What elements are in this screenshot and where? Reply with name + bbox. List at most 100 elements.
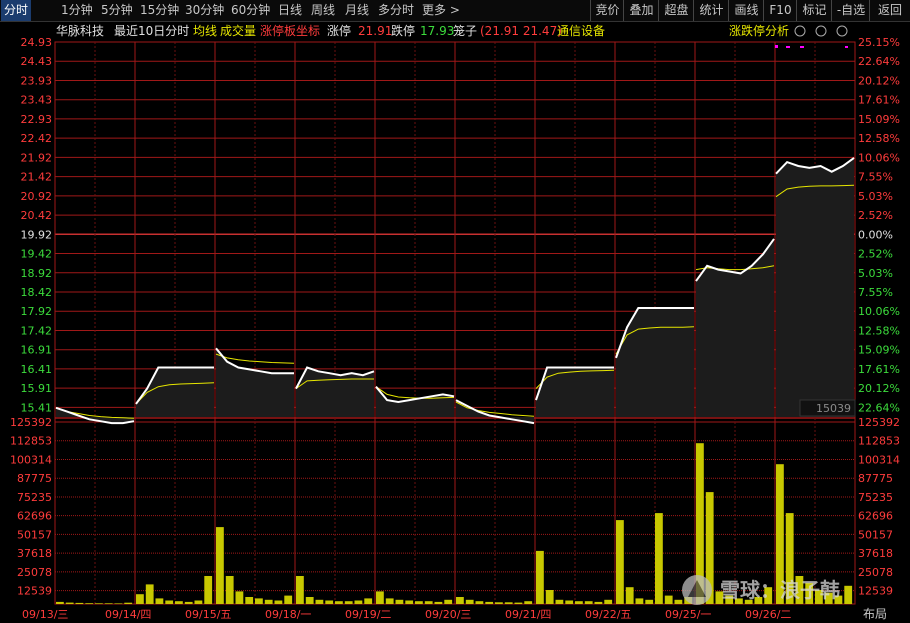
price-tick-label: 15.91 [21,382,53,395]
remove-watchlist-button[interactable]: -自选 [831,0,870,21]
pct-tick-label: 15.09% [858,344,900,357]
volume-tick-label: 100314 [10,453,52,466]
tab-30min[interactable]: 30分钟 [185,0,224,21]
watermark: 雪球：浪子韩 [682,575,840,605]
volume-bar [65,602,74,604]
price-tick-label: 20.42 [21,209,53,222]
volume-bar [225,576,234,604]
volume-bar [305,597,314,604]
avg-legend[interactable]: 均线 [193,24,217,38]
volume-bar [645,599,654,604]
price-tick-label: 21.42 [21,171,53,184]
volume-bar [495,602,503,604]
volume-bar [114,603,123,604]
volume-bar [165,600,174,604]
volume-bar [274,600,283,604]
volume-bar [844,585,853,604]
pct-tick-label: 2.52% [858,248,893,261]
x-tick-label: 09/20/三 [425,608,471,621]
volume-bar [405,600,414,604]
volume-legend[interactable]: 成交量 [220,23,256,38]
price-fill [776,157,854,417]
intraday-chart: 24.93 25.15% 24.43 22.64% 23.93 20.12% 23.43 17… [10,23,900,621]
window-controls[interactable] [794,25,848,37]
pct-tick-label: 20.12% [858,382,900,395]
volume-bar [175,601,183,604]
volume-tick-label: 25078 [858,566,893,579]
limit-marker [786,46,790,48]
volume-bar [635,598,644,604]
tab-daily[interactable]: 日线 [278,0,302,21]
layout-button[interactable]: 布局 [863,607,887,621]
volume-tick-label: 87775 [858,472,893,485]
close-circle-icon [836,25,848,37]
volume-bar [444,599,453,604]
volume-tick-label: 25078 [17,566,52,579]
sector-label[interactable]: 通信设备 [557,24,605,38]
f10-button[interactable]: F10 [763,0,797,21]
pct-tick-label: 12.58% [858,324,900,337]
volume-bar [604,599,613,604]
pct-tick-label: 5.03% [858,267,893,280]
tab-5min[interactable]: 5分钟 [101,0,133,21]
price-fill [536,367,614,417]
x-tick-label: 09/15/五 [185,608,231,621]
pct-tick-label: 7.55% [858,286,893,299]
volume-tick-label: 125392 [858,416,900,429]
volume-tick-label: 75235 [858,491,893,504]
limit-marker [800,46,804,48]
watermark-text: 雪球：浪子韩 [720,578,840,602]
limit-analysis-button[interactable]: 涨跌停分析 [729,23,789,38]
price-tick-label: 18.92 [21,267,53,280]
tab-15min[interactable]: 15分钟 [140,0,179,21]
overlay-button[interactable]: 叠加 [623,0,659,21]
limit-axis-toggle[interactable]: 涨停板坐标 [260,23,320,38]
volume-bar [584,601,593,604]
pct-tick-label: 2.52% [858,209,893,222]
volume-bar [555,599,564,604]
limit-marker [775,45,778,48]
volume-bar [56,601,64,604]
limit-marker [845,46,848,48]
volume-tick-label: 112853 [858,435,900,448]
tab-multi-intraday[interactable]: 多分时 [378,0,414,21]
volume-tick-label: 37618 [17,547,52,560]
price-tick-label: 24.43 [21,55,53,68]
tab-60min[interactable]: 60分钟 [231,0,270,21]
volume-bar [514,602,523,604]
volume-bar [616,520,624,604]
limit-down-label: 跌停 [391,23,415,38]
tab-more[interactable]: 更多 > [422,0,460,21]
volume-bar [485,601,494,604]
volume-bar [424,601,433,604]
volume-value: 15039 [816,402,851,415]
tab-weekly[interactable]: 周线 [311,0,335,21]
volume-bar [155,598,164,604]
volume-bar [75,602,84,604]
tab-intraday[interactable]: 分时 [1,0,32,21]
price-tick-label: 23.43 [21,94,53,107]
volume-bar [524,601,533,604]
auction-button[interactable]: 竞价 [590,0,624,21]
back-button[interactable]: 返回 [869,0,910,21]
volume-bar [315,599,324,604]
draw-line-button[interactable]: 画线 [728,0,764,21]
volume-tick-label: 12539 [858,585,893,598]
volume-bar [325,600,334,604]
volume-bar [344,601,353,604]
volume-tick-label: 100314 [858,453,900,466]
tab-monthly[interactable]: 月线 [345,0,369,21]
mark-button[interactable]: 标记 [796,0,832,21]
price-tick-label: 16.91 [21,344,53,357]
volume-bar [465,599,474,604]
x-tick-label: 09/26/二 [745,608,791,621]
volume-bar [625,587,634,604]
statistics-button[interactable]: 统计 [693,0,729,21]
volume-bar [245,597,254,604]
volume-bar [235,591,244,604]
limit-down-value: 17.93 [420,24,454,38]
volume-bar [296,576,304,604]
super-button[interactable]: 超盘 [658,0,694,21]
tab-1min[interactable]: 1分钟 [61,0,93,21]
volume-bar [536,550,544,604]
